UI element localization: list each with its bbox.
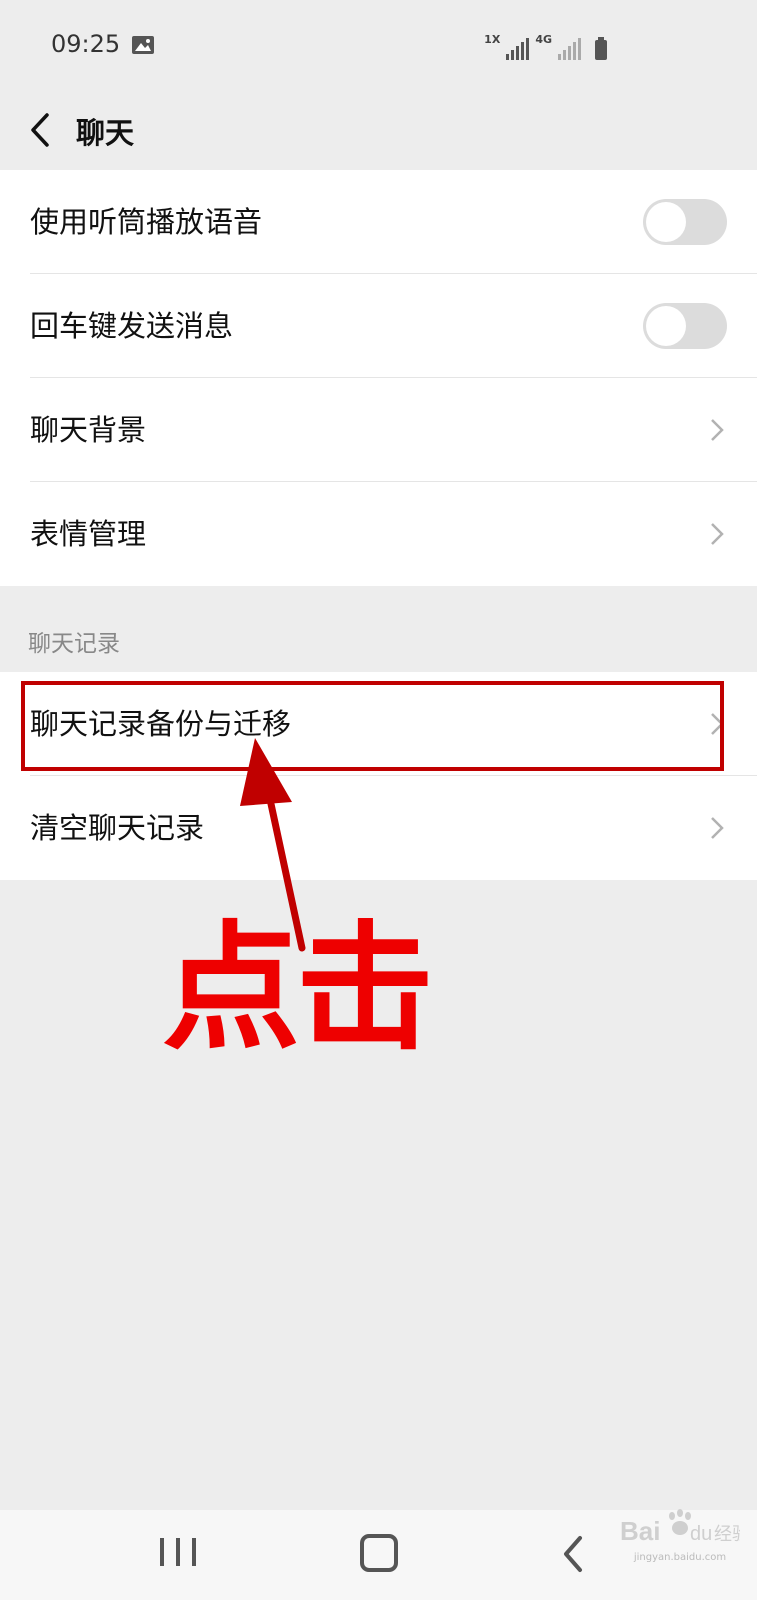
watermark-brand-suffix: du — [690, 1523, 712, 1545]
annotation-text: 点击 — [162, 908, 434, 1069]
recents-icon — [160, 1538, 164, 1566]
watermark-brand: Bai — [620, 1516, 660, 1546]
system-back-button[interactable] — [558, 1532, 588, 1576]
watermark-product: 经验 — [714, 1524, 740, 1545]
recents-button[interactable] — [160, 1532, 196, 1572]
home-button[interactable] — [360, 1534, 398, 1572]
baidu-watermark-logo: Bai du 经验 — [620, 1509, 740, 1546]
watermark-url: jingyan.baidu.com — [633, 1552, 727, 1563]
annotation-arrow — [240, 738, 306, 952]
